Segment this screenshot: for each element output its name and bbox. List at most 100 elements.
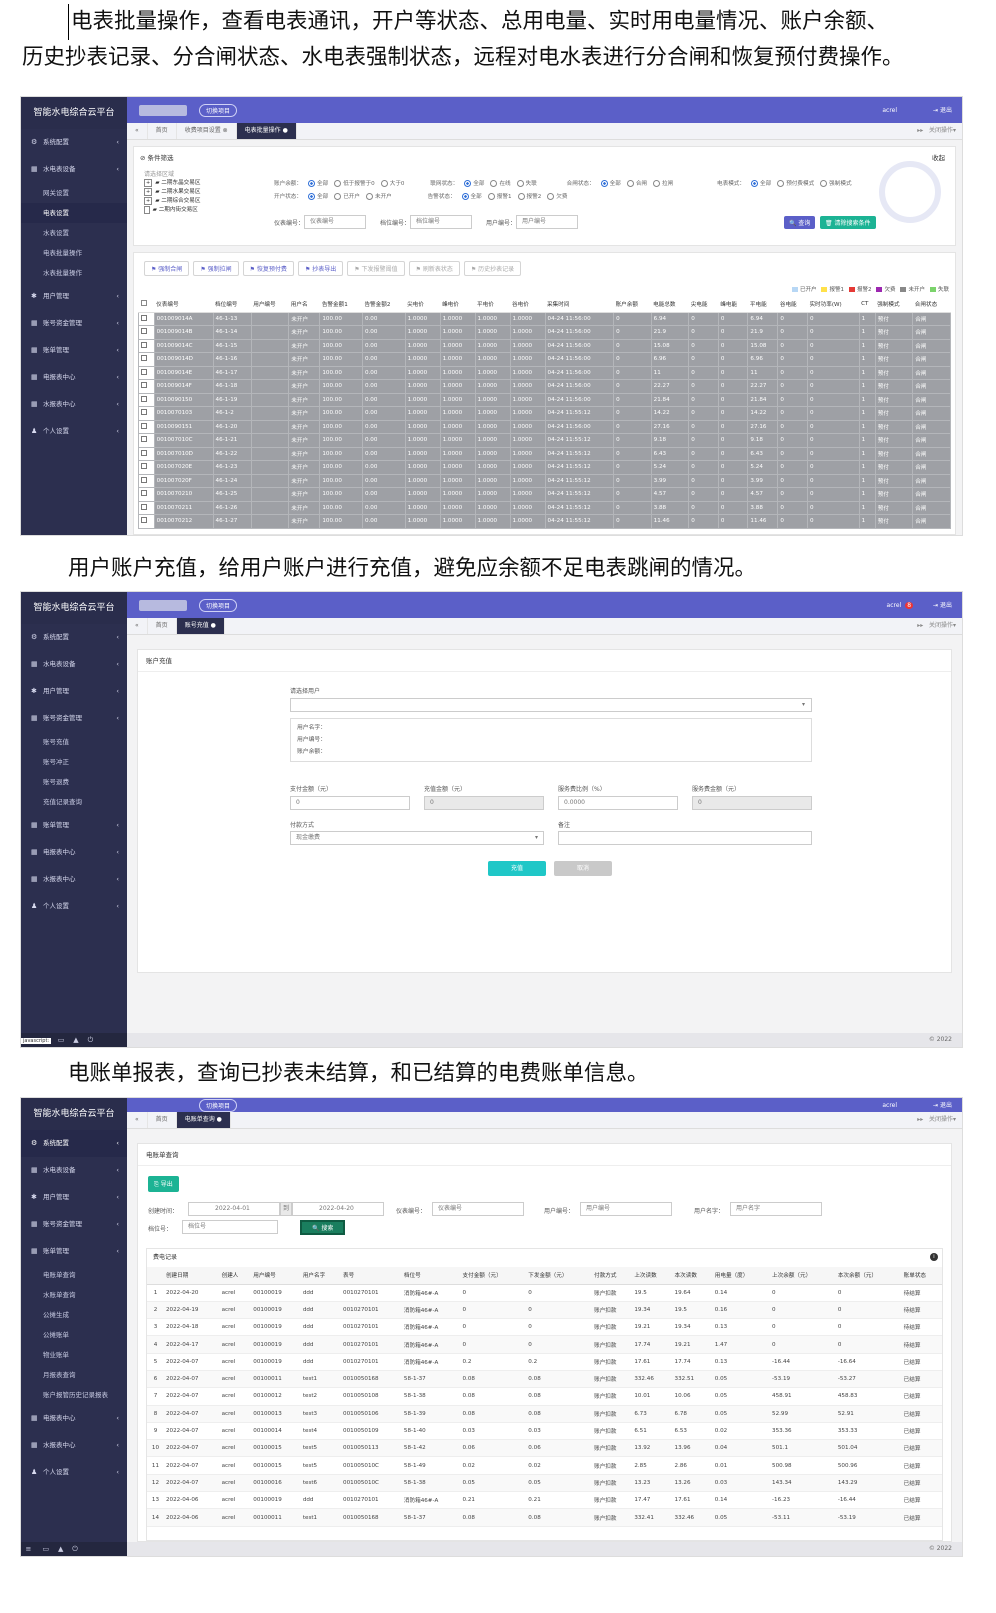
sidebar-item[interactable]: ⚙ 系统配置 ‹ — [21, 624, 127, 651]
sidebar-item[interactable]: ✱ 用户管理 ‹ — [21, 678, 127, 705]
table-row[interactable]: 001009014B 46-1-14 未开户 100.00 0.00 1.0000 1.00… — [138, 325, 951, 340]
sidebar-item[interactable]: ▦ 水报表中心 ‹ — [21, 866, 127, 893]
switch-project-button[interactable]: 切换项目 — [199, 599, 238, 612]
slot-input[interactable]: 档位号 — [182, 1220, 278, 1234]
rate-input[interactable]: 0.0000 — [558, 796, 678, 810]
sidebar-item[interactable]: ▦ 电报表中心 ‹ — [21, 1405, 127, 1432]
recharge-button[interactable]: 充值 — [488, 861, 546, 876]
user-name[interactable]: acrel — [887, 602, 902, 609]
area-tree-item[interactable]: + ▰ 二期综合交易区 — [144, 197, 200, 206]
table-row[interactable]: 0010070210 46-1-25 未开户 100.00 0.00 1.0000 1.00… — [138, 487, 951, 502]
meter-input[interactable]: 仪表编号 — [432, 1202, 524, 1216]
row-checkbox[interactable] — [138, 325, 155, 340]
tab-home[interactable]: 首页 — [148, 123, 177, 139]
table-row[interactable]: 11 2022-04-07 acrel 00100015 test5 001005010C… — [147, 1456, 942, 1475]
pay-input[interactable]: 0 — [290, 796, 410, 810]
tab-batch-ops[interactable]: 电表批量操作 ● — [236, 123, 297, 139]
row-checkbox[interactable] — [138, 338, 155, 353]
table-row[interactable]: 1 2022-04-20 acrel 00100019 ddd 0010270101 消防箱… — [147, 1284, 942, 1302]
batch-op-button[interactable]: ⚑ 强制拉闸 — [193, 261, 239, 276]
user-name[interactable]: acrel — [882, 1102, 897, 1109]
tab-home[interactable]: 首页 — [148, 1112, 177, 1128]
row-checkbox[interactable] — [138, 352, 155, 367]
row-checkbox[interactable] — [138, 460, 155, 475]
sidebar-item[interactable]: ▦ 账号资金管理 ‹ — [21, 705, 127, 732]
table-row[interactable]: 0010070212 46-1-27 未开户 100.00 0.00 1.0000 1.00… — [138, 514, 951, 529]
sidebar-item[interactable]: ▦ 账单管理 ‹ — [21, 1238, 127, 1265]
sidebar-item[interactable]: ♟ 个人设置 ‹ — [21, 893, 127, 920]
switch-project-button[interactable]: 切换项目 — [199, 1099, 238, 1112]
logout-button[interactable]: ⇥ 退出 — [933, 107, 952, 114]
sidebar-item[interactable]: 账号冲正 — [21, 752, 127, 772]
switch-project-button[interactable]: 切换项目 — [199, 104, 238, 117]
clear-search-button[interactable]: 🗑 清除搜索条件 — [820, 216, 876, 229]
table-row[interactable]: 001007020F 46-1-24 未开户 100.00 0.00 1.0000 1.00… — [138, 473, 951, 488]
tab-back-icon[interactable]: « — [127, 1112, 148, 1128]
user-no-input[interactable]: 用户编号 — [580, 1202, 672, 1216]
table-row[interactable]: 001009014E 46-1-17 未开户 100.00 0.00 1.0000 1.00… — [138, 365, 951, 380]
row-checkbox[interactable] — [138, 473, 155, 488]
tab-home[interactable]: 首页 — [148, 618, 177, 634]
row-checkbox[interactable] — [138, 446, 155, 461]
info-icon[interactable]: i — [930, 1253, 938, 1261]
sidebar-item[interactable]: ▦ 账单管理 ‹ — [21, 337, 127, 364]
table-row[interactable]: 001009014D 46-1-16 未开户 100.00 0.00 1.0000 1.00… — [138, 352, 951, 367]
sidebar-item[interactable]: ✱ 用户管理 ‹ — [21, 283, 127, 310]
close-ops-menu[interactable]: ▸▸ 关闭操作▾ — [917, 1112, 956, 1128]
user-name[interactable]: acrel — [882, 107, 897, 114]
collapse-link[interactable]: 收起 — [932, 152, 945, 162]
batch-op-button[interactable]: ⚑ 历史抄表记录 — [463, 261, 522, 276]
sidebar-item[interactable]: ▦ 账单管理 ‹ — [21, 812, 127, 839]
sidebar-item[interactable]: 账号退费 — [21, 772, 127, 792]
table-row[interactable]: 0010070211 46-1-26 未开户 100.00 0.00 1.0000 1.00… — [138, 500, 951, 515]
logout-button[interactable]: ⇥ 退出 — [933, 602, 952, 609]
method-select[interactable]: 现金缴费 ▾ — [290, 831, 544, 845]
table-row[interactable]: 001007020E 46-1-23 未开户 100.00 0.00 1.0000 1.00… — [138, 460, 951, 475]
table-row[interactable]: 5 2022-04-07 acrel 00100019 ddd 0010270101 消防箱… — [147, 1353, 942, 1371]
row-checkbox[interactable] — [138, 392, 155, 407]
tab-bill-query[interactable]: 电账单查询 ● — [176, 1112, 231, 1128]
batch-op-button[interactable]: ⚑ 强制合闸 — [144, 261, 190, 276]
tab-recharge[interactable]: 账号充值 ● — [176, 618, 225, 634]
batch-op-button[interactable]: ⚑ 刷新表状态 — [408, 261, 460, 276]
table-row[interactable]: 001007010D 46-1-22 未开户 100.00 0.00 1.0000 1.00… — [138, 446, 951, 461]
sidebar-item[interactable]: ▦ 水报表中心 ‹ — [21, 391, 127, 418]
table-row[interactable]: 10 2022-04-07 acrel 00100015 test5 0010050113… — [147, 1439, 942, 1458]
user-name-input[interactable]: 用户名字 — [730, 1202, 822, 1216]
sidebar-item[interactable]: 物业账单 — [21, 1345, 127, 1365]
tab-back-icon[interactable]: « — [127, 123, 148, 139]
user-no-input[interactable]: 用户编号 — [516, 215, 578, 229]
sidebar-item[interactable]: ▦ 水电表设备 ‹ — [21, 1157, 127, 1184]
sidebar-item[interactable]: 水表批量操作 — [21, 263, 127, 283]
row-checkbox[interactable] — [138, 365, 155, 380]
row-checkbox[interactable] — [138, 406, 155, 421]
sidebar-item[interactable]: ⚙ 系统配置 ‹ — [21, 129, 127, 156]
sidebar-item[interactable]: 账号充值 — [21, 732, 127, 752]
table-row[interactable]: 0010090150 46-1-19 未开户 100.00 0.00 1.0000 1.00… — [138, 392, 951, 407]
sidebar-item[interactable]: ▦ 水电表设备 ‹ — [21, 651, 127, 678]
cancel-button[interactable]: 取消 — [554, 861, 612, 876]
row-checkbox[interactable] — [138, 487, 155, 502]
sidebar-item[interactable]: 账户报管历史记录报表 — [21, 1385, 127, 1405]
row-checkbox[interactable] — [138, 433, 155, 448]
close-ops-menu[interactable]: ▸▸ 关闭操作▾ — [917, 123, 956, 139]
sidebar-item[interactable]: ▦ 水电表设备 ‹ — [21, 156, 127, 183]
sidebar-item[interactable]: ▦ 账号资金管理 ‹ — [21, 310, 127, 337]
table-row[interactable]: 12 2022-04-07 acrel 00100016 test6 001005010C… — [147, 1474, 942, 1493]
table-row[interactable]: 001007010C 46-1-21 未开户 100.00 0.00 1.0000 1.00… — [138, 433, 951, 448]
area-tree-item[interactable]: ▰ 二期内街交易区 — [144, 206, 200, 215]
area-tree-item[interactable]: + ▰ 二期东晶交易区 — [144, 179, 200, 188]
meter-no-input[interactable]: 仪表编号 — [304, 215, 366, 229]
close-ops-menu[interactable]: ▸▸ 关闭操作▾ — [917, 618, 956, 634]
table-row[interactable]: 9 2022-04-07 acrel 00100014 test4 0010050109 5… — [147, 1422, 942, 1441]
remark-input[interactable] — [558, 831, 812, 845]
sidebar-item[interactable]: ▦ 电报表中心 ‹ — [21, 364, 127, 391]
sidebar-item[interactable]: ▦ 账号资金管理 ‹ — [21, 1211, 127, 1238]
sidebar-item[interactable]: 水表设置 — [21, 223, 127, 243]
row-checkbox[interactable] — [138, 514, 155, 529]
row-checkbox[interactable] — [138, 311, 155, 326]
sidebar-item[interactable]: ♟ 个人设置 ‹ — [21, 418, 127, 445]
search-button[interactable]: 🔍 搜索 — [300, 1220, 346, 1235]
sidebar-item[interactable]: ▦ 电报表中心 ‹ — [21, 839, 127, 866]
sidebar-item[interactable]: 公摊生成 — [21, 1305, 127, 1325]
